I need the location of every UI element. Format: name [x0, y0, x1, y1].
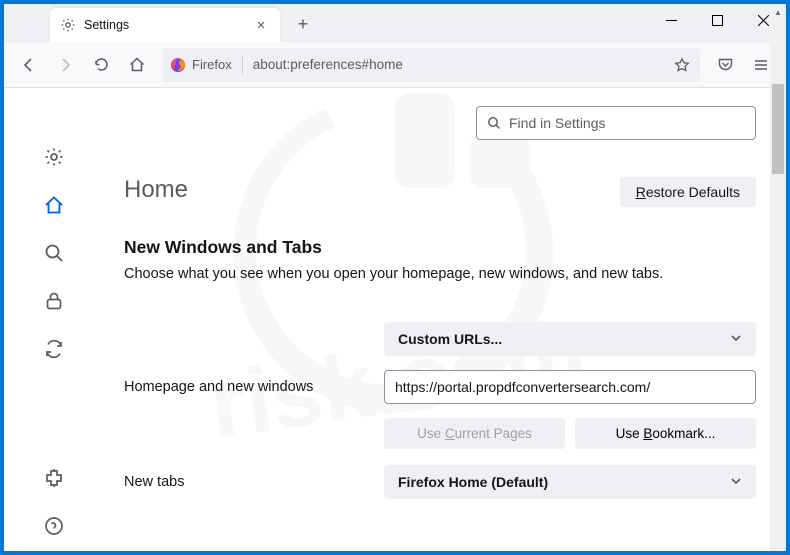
section-subheading: New Windows and Tabs — [124, 237, 756, 258]
use-current-pages-button[interactable]: Use Current Pages — [384, 418, 565, 449]
use-bookmark-button[interactable]: Use Bookmark... — [575, 418, 756, 449]
home-button[interactable] — [120, 48, 154, 82]
dropdown-value: Firefox Home (Default) — [398, 474, 548, 490]
browser-tab[interactable]: Settings × — [50, 8, 280, 42]
forward-button[interactable] — [48, 48, 82, 82]
url-separator — [242, 56, 243, 74]
pocket-button[interactable] — [708, 48, 742, 82]
restore-defaults-button[interactable]: Restore Defaults — [620, 177, 756, 207]
minimize-button[interactable] — [648, 4, 694, 36]
bookmark-star-icon[interactable] — [672, 55, 692, 75]
gear-icon — [60, 17, 76, 33]
find-in-settings-input[interactable]: Find in Settings — [476, 106, 756, 140]
firefox-logo-icon — [170, 57, 186, 73]
page-heading: Home — [124, 176, 188, 204]
toolbar: Firefox about:preferences#home — [4, 42, 786, 88]
sidebar — [4, 88, 104, 551]
url-text: about:preferences#home — [253, 57, 666, 72]
homepage-mode-dropdown[interactable]: Custom URLs... — [384, 322, 756, 356]
newtabs-mode-dropdown[interactable]: Firefox Home (Default) — [384, 465, 756, 499]
close-icon[interactable]: × — [252, 16, 270, 34]
sidebar-extensions-icon[interactable] — [43, 467, 65, 489]
maximize-button[interactable] — [694, 4, 740, 36]
chevron-down-icon — [730, 474, 742, 490]
new-tab-button[interactable]: + — [288, 9, 318, 39]
sidebar-sync-icon[interactable] — [43, 338, 65, 360]
url-bar[interactable]: Firefox about:preferences#home — [162, 48, 700, 82]
reload-button[interactable] — [84, 48, 118, 82]
search-placeholder: Find in Settings — [509, 115, 606, 131]
homepage-label: Homepage and new windows — [124, 379, 384, 395]
sidebar-general-icon[interactable] — [43, 146, 65, 168]
scrollbar-thumb[interactable] — [772, 88, 784, 174]
url-identity-label: Firefox — [192, 57, 232, 72]
tab-title: Settings — [84, 18, 244, 32]
dropdown-value: Custom URLs... — [398, 331, 502, 347]
chevron-down-icon — [730, 331, 742, 347]
sidebar-help-icon[interactable] — [43, 515, 65, 537]
settings-page: Find in Settings Home Restore Defaults N… — [4, 88, 786, 551]
scrollbar-track[interactable]: ▴ — [770, 88, 786, 551]
section-description: Choose what you see when you open your h… — [124, 266, 756, 282]
search-icon — [487, 116, 501, 130]
newtabs-label: New tabs — [124, 474, 384, 490]
sidebar-privacy-icon[interactable] — [43, 290, 65, 312]
sidebar-search-icon[interactable] — [43, 242, 65, 264]
sidebar-home-icon[interactable] — [43, 194, 65, 216]
main-content: Find in Settings Home Restore Defaults N… — [104, 88, 786, 551]
titlebar: Settings × + — [4, 4, 786, 42]
back-button[interactable] — [12, 48, 46, 82]
homepage-url-input[interactable] — [384, 370, 756, 404]
